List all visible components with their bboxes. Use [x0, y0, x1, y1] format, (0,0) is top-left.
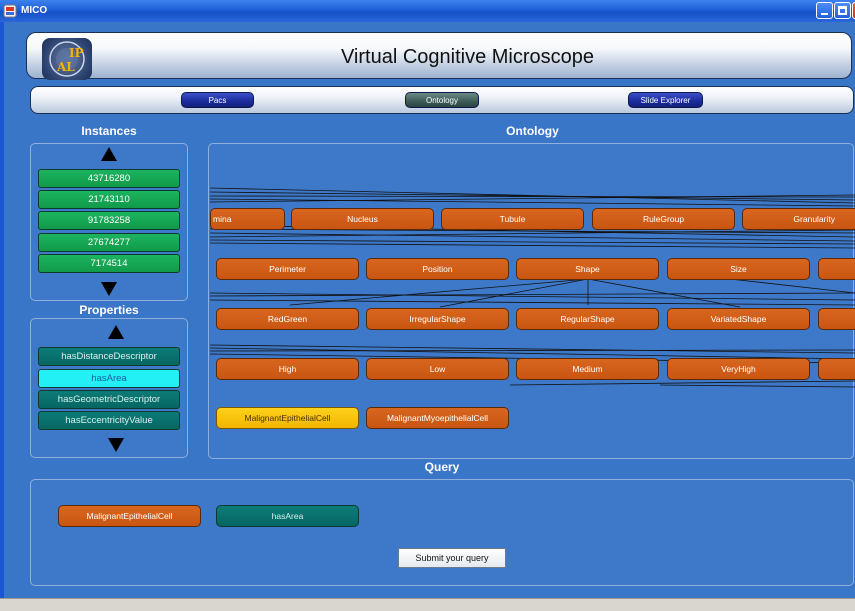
ontology-button[interactable]: Ontology [405, 92, 479, 108]
instance-item[interactable]: 91783258 [38, 211, 180, 230]
status-bar [0, 598, 855, 611]
ontology-node[interactable]: Size [667, 258, 810, 280]
property-item[interactable]: hasGeometricDescriptor [38, 390, 180, 409]
instances-scroll-up-icon[interactable] [101, 147, 117, 161]
ontology-heading: Ontology [506, 124, 559, 138]
instance-item[interactable]: 43716280 [38, 169, 180, 188]
page-title: Virtual Cognitive Microscope [340, 46, 595, 68]
ontology-node[interactable]: RegularShape [516, 308, 659, 330]
instance-item[interactable]: 7174514 [38, 254, 180, 273]
ontology-node[interactable]: High [216, 358, 359, 380]
ontology-node[interactable]: Shape [516, 258, 659, 280]
ontology-node[interactable]: Medium [516, 358, 659, 380]
ontology-node[interactable]: Position [366, 258, 509, 280]
property-item-selected[interactable]: hasArea [38, 369, 180, 388]
instances-scroll-down-icon[interactable] [101, 282, 117, 296]
ontology-node[interactable]: RuleGroup [592, 208, 735, 230]
query-concept-chip[interactable]: MalignantEpithelialCell [58, 505, 201, 527]
ontology-node[interactable] [818, 308, 855, 330]
ontology-node[interactable]: Granularity [742, 208, 855, 230]
minimize-icon [821, 13, 828, 15]
instance-item[interactable]: 21743110 [38, 190, 180, 209]
properties-scroll-up-icon[interactable] [108, 325, 124, 339]
query-panel [30, 479, 854, 586]
pacs-button[interactable]: Pacs [181, 92, 254, 108]
slide-explorer-button[interactable]: Slide Explorer [628, 92, 703, 108]
ontology-node[interactable] [818, 258, 855, 280]
ontology-node[interactable]: mina [210, 208, 285, 230]
properties-heading: Properties [79, 303, 139, 317]
ontology-node[interactable]: IrregularShape [366, 308, 509, 330]
java-app-icon [3, 4, 17, 18]
ontology-node[interactable]: RedGreen [216, 308, 359, 330]
ontology-node[interactable]: VeryHigh [667, 358, 810, 380]
submit-query-button[interactable]: Submit your query [398, 548, 506, 568]
maximize-button[interactable] [834, 2, 851, 19]
window-title: MICO [21, 5, 48, 16]
ontology-node[interactable] [818, 358, 855, 380]
maximize-icon [838, 6, 847, 15]
ontology-node[interactable]: Tubule [441, 208, 584, 230]
minimize-button[interactable] [816, 2, 833, 19]
ontology-node[interactable]: Perimeter [216, 258, 359, 280]
ontology-node[interactable]: Nucleus [291, 208, 434, 230]
properties-panel [30, 318, 188, 458]
instances-heading: Instances [81, 124, 137, 138]
instance-item[interactable]: 27674277 [38, 233, 180, 252]
ontology-node[interactable]: MalignantMyoepithelialCell [366, 407, 509, 429]
property-item[interactable]: hasEccentricityValue [38, 411, 180, 430]
query-heading: Query [424, 460, 460, 474]
property-item[interactable]: hasDistanceDescriptor [38, 347, 180, 366]
ontology-node[interactable]: Low [366, 358, 509, 380]
ontology-node-selected[interactable]: MalignantEpithelialCell [216, 407, 359, 429]
title-bar: MICO [0, 0, 855, 22]
ontology-node[interactable]: VariatedShape [667, 308, 810, 330]
properties-scroll-down-icon[interactable] [108, 438, 124, 452]
query-property-chip[interactable]: hasArea [216, 505, 359, 527]
